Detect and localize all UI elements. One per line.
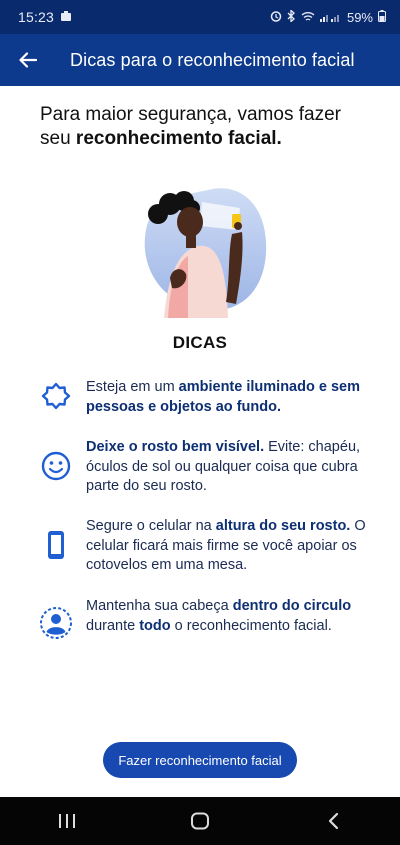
battery-percentage: 59% [346,9,373,25]
tip-text: Mantenha sua cabeça dentro do circulo du… [86,597,378,641]
recent-apps-icon [58,814,75,828]
tip-text-bold: todo [139,617,171,634]
selfie-illustration [144,188,267,318]
tip-text-part: Mantenha sua cabeça [86,598,233,614]
tip-text: Deixe o rosto bem visível. Evite: chapéu… [86,438,378,497]
signal-icon [319,10,342,25]
back-button[interactable] [0,34,56,86]
system-nav-bar [0,797,400,845]
wifi-icon [301,10,315,25]
arrow-left-icon [19,52,37,68]
headline: Para maior segurança, vamos fazer seu re… [40,103,370,151]
tip-text-part: Esteja em um [86,379,179,395]
page-title: Dicas para o reconhecimento facial [70,49,355,70]
tip-text: Esteja em um ambiente iluminado e sem pe… [86,378,378,417]
bluetooth-icon [287,8,296,25]
dicas-heading: DICAS [172,333,228,352]
tip-face-visible: Deixe o rosto bem visível. Evite: chapéu… [38,438,378,497]
smartphone-icon [38,527,74,563]
tip-text-bold: altura do seu rosto. [215,518,351,534]
face-circle-icon [38,605,74,641]
tip-text: Segure o celular na altura do seu rosto.… [86,517,378,576]
tip-phone-height: Segure o celular na altura do seu rosto.… [38,517,378,576]
battery-icon [378,9,386,25]
recent-apps-button[interactable] [37,801,97,841]
status-bar: 15:23 59% [0,0,400,34]
tip-head-in-circle: Mantenha sua cabeça dentro do circulo du… [38,597,378,641]
app-bar: Dicas para o reconhecimento facial [0,34,400,86]
tip-text-part: durante [86,617,140,634]
headline-line1: Para maior segurança, vamos fazer [40,104,341,125]
tip-lighting: Esteja em um ambiente iluminado e sem pe… [38,378,378,417]
sun-icon [38,378,74,414]
smiley-face-icon [38,448,74,484]
status-time: 15:23 [18,9,55,25]
notification-icon [60,9,72,25]
home-icon [190,812,209,830]
headline-line2-bold: reconhecimento facial. [75,128,282,149]
tip-text-bold: Deixe o rosto bem visível. [86,439,265,455]
home-button[interactable] [170,801,230,841]
chevron-left-icon [329,812,339,830]
headline-line2-prefix: seu [40,128,76,149]
tip-text-bold: dentro do circulo [232,598,352,614]
tip-text-part: Segure o celular na [86,518,216,534]
back-nav-button[interactable] [303,801,363,841]
alarm-icon [270,10,282,25]
tip-text-part: o reconhecimento facial. [170,617,332,634]
start-facial-recognition-button[interactable]: Fazer reconhecimento facial [103,742,297,778]
